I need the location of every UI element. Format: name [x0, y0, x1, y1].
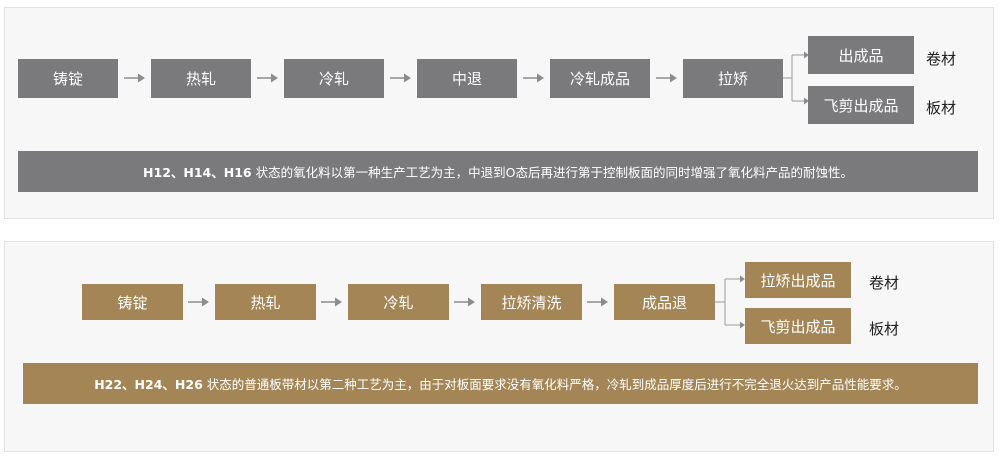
- flow2-description: H22、H24、H26 状态的普通板带材以第二种工艺为主，由于对板面要求没有氧化料…: [23, 363, 978, 404]
- flow2-branch-leveled-finished: 拉矫出成品: [745, 262, 851, 298]
- flow1-step-cold-rolled-product: 冷轧成品: [550, 59, 650, 98]
- flow1-description-text: 状态的氧化料以第一种生产工艺为主，中退到O态后再进行第于控制板面的同时增强了氧化…: [255, 165, 853, 180]
- flow1-step-cold-rolling: 冷轧: [284, 59, 384, 98]
- flow1-description: H12、H14、H16 状态的氧化料以第一种生产工艺为主，中退到O态后再进行第于控…: [18, 151, 978, 192]
- flow2-branch-label-coil: 卷材: [869, 274, 900, 292]
- flow2-step-ingot: 铸锭: [82, 284, 183, 320]
- arrow-right-icon: [321, 297, 342, 307]
- arrow-right-icon: [124, 73, 145, 83]
- flow1-branch-flying-shear: 飞剪出成品: [808, 86, 914, 124]
- arrow-right-icon: [523, 73, 544, 83]
- flow1-step-ingot: 铸锭: [18, 59, 118, 98]
- flow1-branch-label-sheet: 板材: [926, 99, 957, 117]
- flow2-step-leveling-cleaning: 拉矫清洗: [481, 284, 582, 320]
- flow1-branch-finished: 出成品: [808, 36, 914, 74]
- flow2-step-hot-rolling: 热轧: [215, 284, 316, 320]
- arrow-right-icon: [656, 73, 677, 83]
- flow2-step-final-annealing: 成品退: [614, 284, 715, 320]
- flow1-step-tension-leveling: 拉矫: [683, 59, 783, 98]
- arrow-right-icon: [188, 297, 209, 307]
- flow2-description-text: 状态的普通板带材以第二种工艺为主，由于对板面要求没有氧化料严格，冷轧到成品厚度后…: [206, 377, 907, 392]
- branch-connector: [783, 51, 809, 105]
- flow1-description-tempers: H12、H14、H16: [143, 165, 252, 180]
- arrow-right-icon: [454, 297, 475, 307]
- flow2-branch-flying-shear: 飞剪出成品: [745, 308, 851, 344]
- arrow-right-icon: [587, 297, 608, 307]
- flow2-step-cold-rolling: 冷轧: [348, 284, 449, 320]
- flow1-step-intermediate-annealing: 中退: [417, 59, 517, 98]
- flow2-description-tempers: H22、H24、H26: [94, 377, 203, 392]
- flow1-branch-label-coil: 卷材: [926, 50, 957, 68]
- flow2-branch-label-sheet: 板材: [869, 320, 900, 338]
- flow1-step-hot-rolling: 热轧: [151, 59, 251, 98]
- arrow-right-icon: [257, 73, 278, 83]
- branch-connector: [715, 275, 745, 329]
- arrow-right-icon: [390, 73, 411, 83]
